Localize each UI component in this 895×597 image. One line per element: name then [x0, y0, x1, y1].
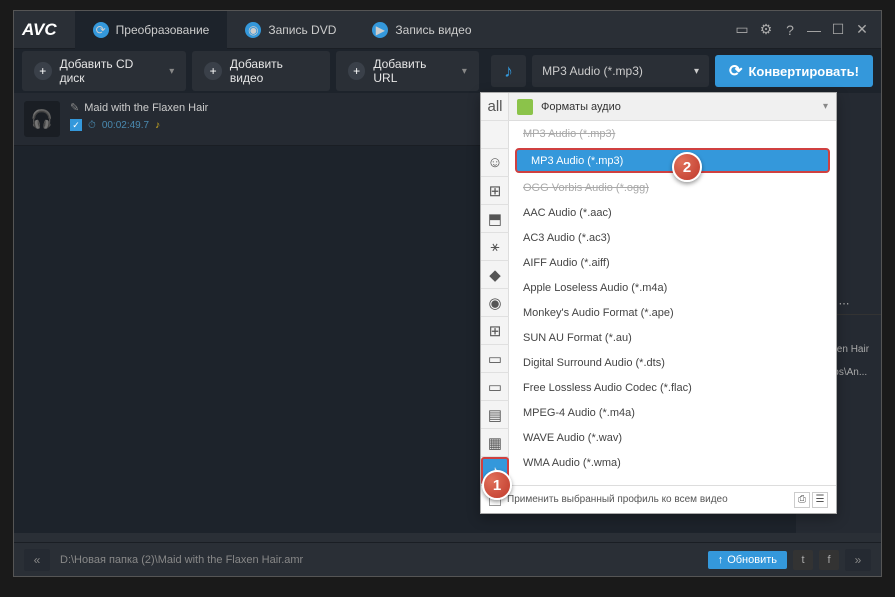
maximize-icon[interactable]: ☐ — [827, 19, 849, 41]
twitter-icon[interactable]: t — [793, 550, 813, 570]
titlebar: AVC ⟳ Преобразование ◉ Запись DVD ▶ Запись … — [14, 11, 881, 49]
format-option[interactable]: OGG Vorbis Audio (*.ogg) — [509, 175, 836, 200]
tab-label: Преобразование — [116, 23, 210, 37]
checkbox-icon[interactable]: ✓ — [70, 119, 82, 131]
clock-icon: ⏱ — [88, 120, 96, 131]
refresh-icon: ⟳ — [93, 22, 109, 38]
btn-label: Добавить URL — [373, 57, 451, 85]
toolbar: + Добавить CD диск ▾ + Добавить видео + Доба… — [14, 49, 881, 93]
category-icon[interactable] — [481, 121, 509, 149]
audio-format-icon — [517, 99, 533, 115]
expand-right-button[interactable]: » — [845, 549, 871, 571]
category-icon[interactable]: ▦ — [481, 429, 509, 457]
add-cd-button[interactable]: + Добавить CD диск ▾ — [22, 51, 186, 91]
btn-label: Добавить видео — [230, 57, 318, 85]
btn-label: Добавить CD диск — [60, 57, 160, 85]
chevron-down-icon: ▾ — [823, 101, 828, 112]
format-option[interactable]: Free Lossless Audio Codec (*.flac) — [509, 375, 836, 400]
category-icon[interactable]: ▭ — [481, 373, 509, 401]
dropdown-footer: Применить выбранный профиль ко всем виде… — [481, 485, 836, 513]
format-option[interactable]: MPEG-4 Audio (*.m4a) — [509, 400, 836, 425]
format-option[interactable]: Monkey's Audio Format (*.ape) — [509, 300, 836, 325]
facebook-icon[interactable]: f — [819, 550, 839, 570]
tab-dvd[interactable]: ◉ Запись DVD — [227, 11, 354, 49]
chevron-down-icon: ▾ — [462, 66, 467, 77]
convert-button[interactable]: Конвертировать! — [715, 55, 873, 87]
chevron-down-icon: ▾ — [169, 66, 174, 77]
format-select[interactable]: MP3 Audio (*.mp3) ▾ — [532, 55, 709, 87]
format-option[interactable]: SUN AU Format (*.au) — [509, 325, 836, 350]
format-option[interactable]: WMA Audio (*.wma) — [509, 450, 836, 475]
category-icon[interactable]: ◉ — [481, 289, 509, 317]
file-meta: ✓ ⏱ 00:02:49.7 ♪ — [70, 119, 208, 131]
file-duration: 00:02:49.7 — [102, 120, 149, 131]
category-icon[interactable]: ⊞ — [481, 317, 509, 345]
help-icon[interactable]: ? — [779, 19, 801, 41]
statusbar: « D:\Новая папка (2)\Maid with the Flaxe… — [14, 542, 881, 576]
format-option[interactable]: Apple Loseless Audio (*.m4a) — [509, 275, 836, 300]
add-url-button[interactable]: + Добавить URL ▾ — [336, 51, 479, 91]
category-sidebar: all☺⊞⬒⚹◆◉⊞▭▭▤▦♪ — [481, 93, 509, 485]
save-profile-icon[interactable]: ⎙ — [794, 492, 810, 508]
headphones-icon: 🎧 — [24, 101, 60, 137]
settings-icon[interactable]: ▭ — [731, 19, 753, 41]
tab-label: Запись DVD — [268, 23, 336, 37]
format-dropdown: all☺⊞⬒⚹◆◉⊞▭▭▤▦♪ Форматы аудио ▾ MP3 Audi… — [480, 92, 837, 514]
format-option[interactable]: AAC Audio (*.aac) — [509, 200, 836, 225]
btn-label: Обновить — [727, 554, 777, 566]
gear-icon[interactable]: ⚙ — [755, 19, 777, 41]
file-name: Maid with the Flaxen Hair — [70, 101, 208, 114]
plus-icon: + — [204, 62, 222, 80]
disc-icon: ◉ — [245, 22, 261, 38]
close-icon[interactable]: ✕ — [851, 19, 873, 41]
music-category-button[interactable]: ♪ — [491, 55, 526, 87]
category-icon[interactable]: ⚹ — [481, 233, 509, 261]
btn-label: Конвертировать! — [748, 64, 859, 79]
tab-record[interactable]: ▶ Запись видео — [354, 11, 489, 49]
tab-convert[interactable]: ⟳ Преобразование — [75, 11, 228, 49]
note-icon: ♪ — [155, 120, 160, 131]
format-option[interactable]: Digital Surround Audio (*.dts) — [509, 350, 836, 375]
category-icon[interactable]: ▤ — [481, 401, 509, 429]
format-label: MP3 Audio (*.mp3) — [542, 64, 643, 78]
minimize-icon[interactable]: — — [803, 19, 825, 41]
annotation-marker-1: 1 — [482, 470, 512, 500]
app-logo: AVC — [22, 20, 57, 40]
tab-label: Запись видео — [395, 23, 471, 37]
dropdown-header[interactable]: Форматы аудио ▾ — [509, 93, 836, 121]
update-button[interactable]: Обновить — [708, 551, 787, 569]
format-option[interactable]: AC3 Audio (*.ac3) — [509, 225, 836, 250]
output-path: D:\Новая папка (2)\Maid with the Flaxen … — [60, 554, 303, 566]
category-icon[interactable]: ⬒ — [481, 205, 509, 233]
category-icon[interactable]: ☺ — [481, 149, 509, 177]
category-icon[interactable]: all — [481, 93, 509, 121]
format-option[interactable]: MP3 Audio (*.mp3) — [509, 121, 836, 146]
collapse-left-button[interactable]: « — [24, 549, 50, 571]
plus-icon: + — [348, 62, 366, 80]
category-icon[interactable]: ▭ — [481, 345, 509, 373]
header-label: Форматы аудио — [541, 101, 621, 113]
category-icon[interactable]: ⊞ — [481, 177, 509, 205]
format-option[interactable]: AIFF Audio (*.aiff) — [509, 250, 836, 275]
play-icon: ▶ — [372, 22, 388, 38]
manage-profile-icon[interactable]: ☰ — [812, 492, 828, 508]
category-icon[interactable]: ◆ — [481, 261, 509, 289]
format-option[interactable]: WAVE Audio (*.wav) — [509, 425, 836, 450]
more-icon[interactable]: ⋯ — [838, 297, 849, 310]
plus-icon: + — [34, 62, 52, 80]
footer-label: Применить выбранный профиль ко всем виде… — [507, 494, 728, 505]
chevron-down-icon: ▾ — [694, 66, 699, 77]
annotation-marker-2: 2 — [672, 152, 702, 182]
add-video-button[interactable]: + Добавить видео — [192, 51, 330, 91]
